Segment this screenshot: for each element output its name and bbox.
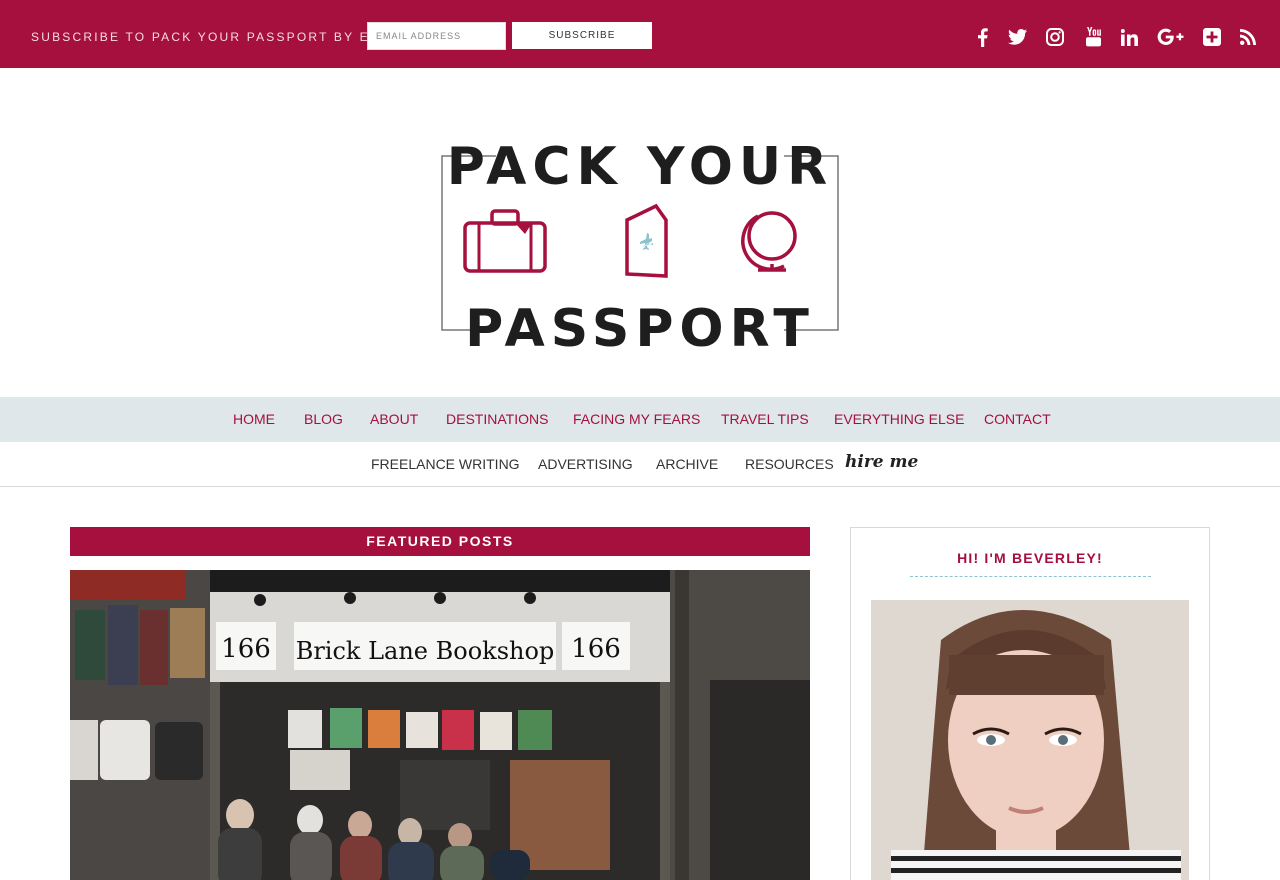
nav-resources[interactable]: RESOURCES <box>745 442 834 487</box>
nav-about[interactable]: ABOUT <box>370 397 418 442</box>
sign-number-left: 166 <box>221 634 271 664</box>
sign-shop-name: Brick Lane Bookshop <box>296 637 555 665</box>
nav-facing-my-fears[interactable]: FACING MY FEARS <box>573 397 700 442</box>
nav-travel-tips[interactable]: TRAVEL TIPS <box>721 397 809 442</box>
nav-advertising[interactable]: ADVERTISING <box>538 442 633 487</box>
nav-home[interactable]: HOME <box>233 397 275 442</box>
sign-number-right: 166 <box>571 634 621 664</box>
subscribe-label: SUBSCRIBE TO PACK YOUR PASSPORT BY EMAIL… <box>31 30 413 44</box>
twitter-icon[interactable] <box>1006 24 1028 50</box>
passport-icon <box>625 203 668 278</box>
portrait-image <box>871 600 1189 880</box>
site-logo[interactable]: PACK YOUR PASSPORT <box>440 128 840 353</box>
title-divider <box>910 576 1151 577</box>
globe-icon <box>741 211 797 272</box>
instagram-icon[interactable] <box>1044 24 1066 50</box>
logo-line1: PACK YOUR <box>447 137 833 197</box>
facebook-icon[interactable] <box>973 24 991 50</box>
about-widget-title: HI! I'M BEVERLEY! <box>957 550 1103 566</box>
nav-blog[interactable]: BLOG <box>304 397 343 442</box>
nav-archive[interactable]: ARCHIVE <box>656 442 718 487</box>
secondary-nav: FREELANCE WRITING ADVERTISING ARCHIVE RE… <box>0 442 1280 487</box>
rss-icon[interactable] <box>1238 24 1258 50</box>
nav-hire-me[interactable]: hire me <box>845 452 918 472</box>
featured-posts-heading: FEATURED POSTS <box>70 527 810 556</box>
featured-post-image[interactable]: 166 Brick Lane Bookshop 166 <box>70 570 810 880</box>
nav-contact[interactable]: CONTACT <box>984 397 1051 442</box>
bloglovin-icon[interactable] <box>1201 24 1223 50</box>
logo-line2: PASSPORT <box>465 299 815 353</box>
suitcase-icon <box>463 209 547 273</box>
author-photo[interactable] <box>871 600 1189 880</box>
bookshop-photo: 166 Brick Lane Bookshop 166 <box>70 570 810 880</box>
email-input[interactable] <box>367 22 506 50</box>
nav-everything-else[interactable]: EVERYTHING ELSE <box>834 397 964 442</box>
subscribe-button[interactable]: SUBSCRIBE <box>512 22 652 49</box>
linkedin-icon[interactable] <box>1119 24 1139 50</box>
nav-freelance-writing[interactable]: FREELANCE WRITING <box>371 442 520 487</box>
top-bar: SUBSCRIBE TO PACK YOUR PASSPORT BY EMAIL… <box>0 0 1280 68</box>
main-nav: HOME BLOG ABOUT DESTINATIONS FACING MY F… <box>0 397 1280 442</box>
google-plus-icon[interactable] <box>1156 24 1186 50</box>
nav-destinations[interactable]: DESTINATIONS <box>446 397 548 442</box>
youtube-icon[interactable] <box>1082 24 1104 50</box>
about-widget: HI! I'M BEVERLEY! <box>850 527 1210 880</box>
